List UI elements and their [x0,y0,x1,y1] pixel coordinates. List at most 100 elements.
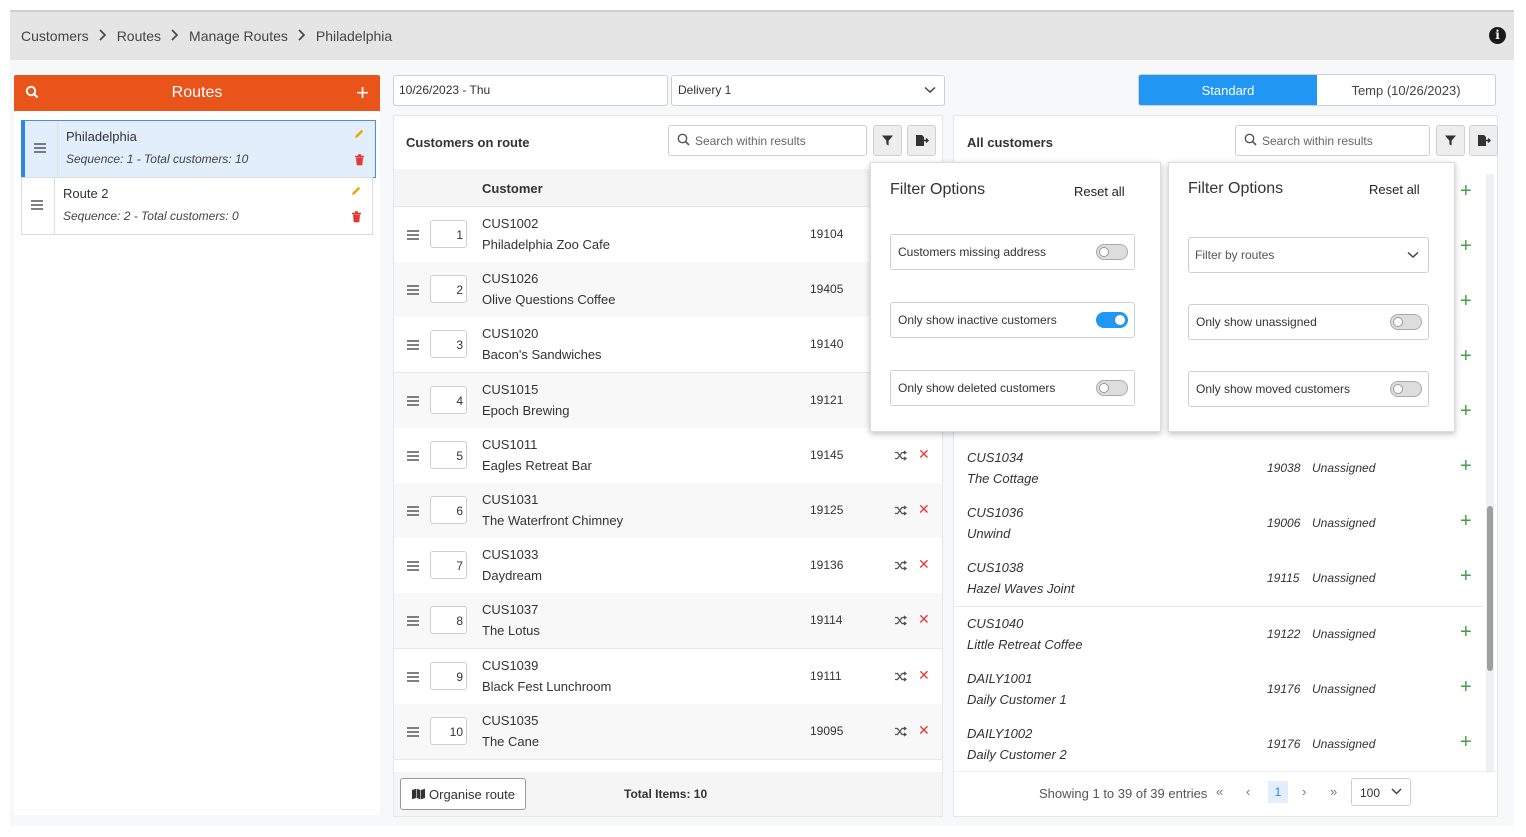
export-button[interactable] [907,125,936,156]
plus-icon[interactable]: + [1460,180,1472,203]
shuffle-icon[interactable] [894,559,908,574]
sequence-input[interactable]: 6 [430,496,467,524]
drag-handle-icon[interactable] [406,505,420,520]
plus-icon[interactable]: + [356,80,369,106]
pencil-icon[interactable] [353,128,365,143]
plus-icon[interactable]: + [1460,400,1472,423]
shuffle-icon[interactable] [894,504,908,519]
drag-handle-icon[interactable] [406,450,420,465]
breadcrumb-customers[interactable]: Customers [21,28,89,44]
close-icon[interactable]: ✕ [918,667,930,684]
table-row[interactable]: 2 CUS1026 Olive Questions Coffee 19405 [394,262,942,319]
search-icon[interactable] [25,85,39,102]
sequence-input[interactable]: 10 [430,716,467,745]
reset-all-button[interactable]: Reset all [1074,184,1125,199]
plus-icon[interactable]: + [1460,290,1472,313]
plus-icon[interactable]: + [1460,345,1472,368]
date-input[interactable]: 10/26/2023 - Thu [393,75,668,106]
last-page-icon[interactable]: » [1330,784,1337,799]
filter-option-inactive[interactable]: Only show inactive customers [890,302,1135,338]
close-icon[interactable]: ✕ [918,556,930,573]
table-row[interactable]: 4 CUS1015 Epoch Brewing 19121 [394,372,942,429]
drag-handle-icon[interactable] [406,395,420,410]
plus-icon[interactable]: + [1460,621,1472,644]
table-row[interactable]: CUS1034 The Cottage 19038 Unassigned + [954,441,1484,497]
toggle-switch[interactable] [1096,380,1128,396]
pencil-icon[interactable] [350,185,362,200]
drag-handle-icon[interactable] [406,229,420,244]
shuffle-icon[interactable] [894,614,908,629]
sequence-input[interactable]: 4 [430,385,467,414]
drag-handle-icon[interactable] [33,142,47,157]
breadcrumb-routes[interactable]: Routes [117,28,161,44]
table-row[interactable]: 10 CUS1035 The Cane 19095 ✕ [394,703,942,760]
table-row[interactable]: DAILY1002 Daily Customer 2 19176 Unassigned… [954,717,1484,773]
plus-icon[interactable]: + [1460,676,1472,699]
table-row[interactable]: CUS1038 Hazel Waves Joint 19115 Unassigned + [954,551,1484,608]
prev-page-icon[interactable]: ‹ [1246,784,1250,799]
sequence-input[interactable]: 8 [430,606,467,635]
sequence-input[interactable]: 7 [430,551,467,580]
drag-handle-icon[interactable] [30,199,44,214]
filter-button[interactable] [1436,125,1465,156]
sequence-input[interactable]: 9 [430,661,467,690]
close-icon[interactable]: ✕ [918,611,930,628]
page-size-select[interactable]: 100 [1351,778,1411,806]
close-icon[interactable]: ✕ [918,446,930,463]
plus-icon[interactable]: + [1460,235,1472,258]
table-row[interactable]: 1 CUS1002 Philadelphia Zoo Cafe 19104 [394,207,942,263]
drag-handle-icon[interactable] [406,284,420,299]
reset-all-button[interactable]: Reset all [1369,182,1420,197]
close-icon[interactable]: ✕ [918,722,930,739]
drag-handle-icon[interactable] [406,726,420,741]
export-button[interactable] [1469,125,1498,156]
search-input[interactable]: Search within results [1235,125,1430,156]
shuffle-icon[interactable] [894,670,908,685]
filter-option-unassigned[interactable]: Only show unassigned [1188,304,1429,340]
drag-handle-icon[interactable] [406,615,420,630]
next-page-icon[interactable]: › [1302,784,1306,799]
mode-temp-button[interactable]: Temp (10/26/2023) [1317,75,1495,105]
page-1-button[interactable]: 1 [1268,781,1288,803]
sequence-input[interactable]: 2 [430,275,467,304]
plus-icon[interactable]: + [1460,510,1472,533]
search-input[interactable]: Search within results [668,125,867,156]
scrollbar-thumb[interactable] [1487,506,1493,671]
table-row[interactable]: 6 CUS1031 The Waterfront Chimney 19125 ✕ [394,483,942,539]
route-item-route-2[interactable]: Route 2 Sequence: 2 - Total customers: 0 [21,177,373,235]
breadcrumb-manage-routes[interactable]: Manage Routes [189,28,288,44]
table-row[interactable]: 7 CUS1033 Daydream 19136 ✕ [394,538,942,595]
drag-handle-icon[interactable] [406,560,420,575]
shuffle-icon[interactable] [894,449,908,464]
table-row[interactable]: 9 CUS1039 Black Fest Lunchroom 19111 ✕ [394,648,942,705]
route-item-philadelphia[interactable]: Philadelphia Sequence: 1 - Total custome… [21,120,376,178]
plus-icon[interactable]: + [1460,565,1472,588]
table-row[interactable]: CUS1036 Unwind 19006 Unassigned + [954,496,1484,553]
organise-route-button[interactable]: Organise route [400,778,526,810]
filter-by-routes-select[interactable]: Filter by routes [1188,237,1429,273]
table-row[interactable]: CUS1040 Little Retreat Coffee 19122 Unassig… [954,606,1484,663]
delivery-select[interactable]: Delivery 1 [671,75,945,106]
toggle-switch[interactable] [1096,244,1128,260]
toggle-switch[interactable] [1390,314,1422,330]
filter-option-deleted[interactable]: Only show deleted customers [890,370,1135,406]
filter-button[interactable] [873,125,902,156]
close-icon[interactable]: ✕ [918,501,930,518]
sequence-input[interactable]: 5 [430,440,467,469]
plus-icon[interactable]: + [1460,731,1472,754]
table-row[interactable]: 5 CUS1011 Eagles Retreat Bar 19145 ✕ [394,427,942,484]
info-icon[interactable]: i [1489,27,1506,44]
table-row[interactable]: 8 CUS1037 The Lotus 19114 ✕ [394,593,942,650]
mode-standard-button[interactable]: Standard [1139,75,1317,105]
scrollbar[interactable] [1486,174,1494,777]
table-row[interactable]: 3 CUS1020 Bacon's Sandwiches 19140 [394,317,942,374]
plus-icon[interactable]: + [1460,455,1472,478]
filter-option-moved[interactable]: Only show moved customers [1188,371,1429,407]
filter-option-missing-address[interactable]: Customers missing address [890,234,1135,270]
sequence-input[interactable]: 1 [430,220,467,248]
trash-icon[interactable] [354,154,365,169]
first-page-icon[interactable]: « [1216,784,1223,799]
toggle-switch[interactable] [1096,312,1128,328]
shuffle-icon[interactable] [894,725,908,740]
sequence-input[interactable]: 3 [430,330,467,359]
